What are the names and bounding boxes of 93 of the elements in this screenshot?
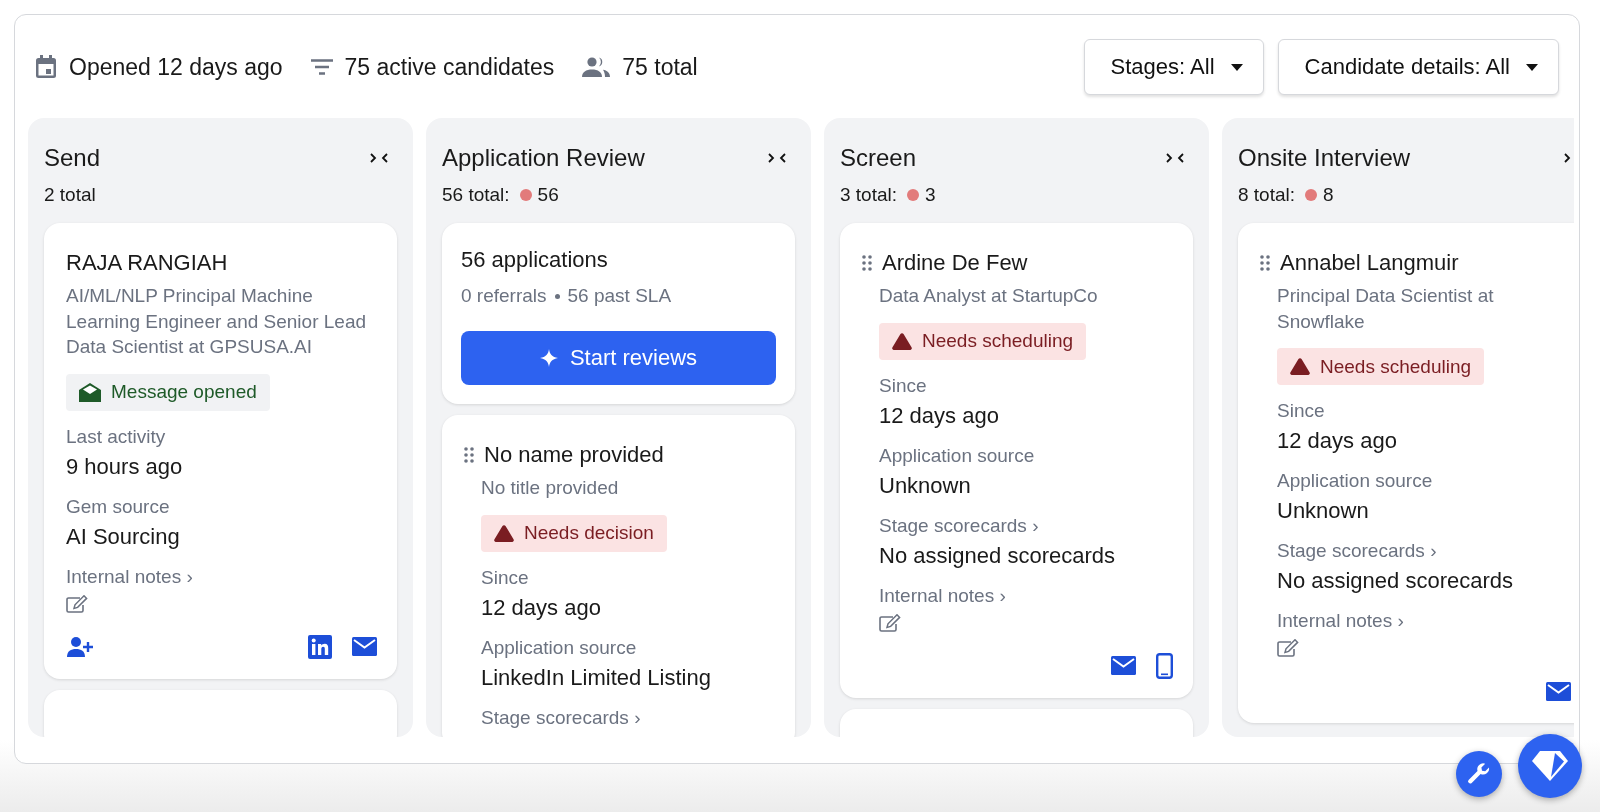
field-label: Stage scorecards › xyxy=(481,705,642,730)
field-value: LinkedIn Limited Listing xyxy=(481,663,712,692)
badge-text: Needs scheduling xyxy=(922,330,1074,352)
field-value: 12 days ago xyxy=(481,593,602,622)
summary-title: 56 applications xyxy=(461,247,609,273)
field-value: No assigned scorecards xyxy=(879,541,1116,570)
candidate-name[interactable]: RAJA RANGIAH xyxy=(66,250,228,276)
add-person-icon[interactable] xyxy=(66,635,94,658)
stage-total: 56 total: xyxy=(442,184,510,206)
badge-text: Message opened xyxy=(111,381,257,403)
stage-title: Onsite Interview xyxy=(1238,144,1411,172)
gem-button[interactable] xyxy=(1518,734,1582,798)
alert-dot xyxy=(907,189,920,201)
warning-icon xyxy=(494,524,514,542)
field-label: Last activity xyxy=(66,424,167,449)
field-label: Since xyxy=(481,565,530,590)
field-value: 12 days ago xyxy=(1277,427,1398,455)
email-icon[interactable] xyxy=(352,637,377,656)
internal-notes-link[interactable]: Internal notes › xyxy=(66,564,377,589)
candidate-card[interactable]: No name provided No title provided Needs decision Since 12 days ago Application source LinkedIn Limited Listing Stage scorecards › xyxy=(442,415,795,737)
wrench-icon xyxy=(1467,762,1491,786)
candidate-card[interactable]: Annabel Langmuir Principal Data Scientist at Snowflake Needs scheduling Since 12 days ago Application source Unknown Stage scorecards › No assigned scorecards Internal notes › xyxy=(1238,223,1574,723)
filter-dropdown[interactable]: Candidate details: All xyxy=(1277,39,1559,95)
alert-count: 3 xyxy=(925,184,936,206)
filter-dropdown[interactable]: Stages: All xyxy=(1083,39,1264,95)
drag-handle-icon[interactable] xyxy=(862,255,872,271)
drag-handle-icon[interactable] xyxy=(1260,255,1270,271)
edit-note-icon[interactable] xyxy=(66,594,88,613)
candidate-title: AI/ML/NLP Principal Machine Learning Engineer and Senior Lead Data Scientist at GPSUSA.AI xyxy=(66,284,367,359)
summary-stat: 56 past SLA xyxy=(567,285,672,307)
field-label: Gem source xyxy=(66,494,171,519)
stage-title: Application Review xyxy=(442,144,645,172)
stage-title: Screen xyxy=(840,144,917,172)
phone-icon[interactable] xyxy=(1156,652,1173,679)
internal-notes-link[interactable]: Internal notes › xyxy=(1277,609,1571,633)
sparkle-icon xyxy=(539,349,558,367)
filter-icon xyxy=(310,59,333,75)
email-icon[interactable] xyxy=(1111,656,1136,675)
field-label: Application source xyxy=(481,635,638,660)
stat-text: Opened 12 days ago xyxy=(69,53,283,81)
stage-total: 2 total xyxy=(44,184,96,206)
caret-icon xyxy=(1230,63,1243,71)
collapse-icon[interactable] xyxy=(369,152,389,164)
badge-text: Needs decision xyxy=(524,522,654,544)
summary-stat: 0 referrals xyxy=(461,285,547,307)
field-label: Stage scorecards › xyxy=(1277,539,1438,563)
field-label: Application source xyxy=(879,443,1036,468)
linkedin-icon[interactable] xyxy=(308,634,332,659)
alert-count: 56 xyxy=(537,184,559,206)
field-label: Application source xyxy=(1277,469,1434,493)
field-value: AI Sourcing xyxy=(66,522,181,551)
field-label: Since xyxy=(879,373,928,398)
field-label: Since xyxy=(1277,399,1326,423)
stage-total: 3 total: xyxy=(840,184,898,206)
candidate-card[interactable]: Ardine De Few Data Analyst at StartupCo Needs scheduling Since 12 days ago Application source Unknown Stage scorecards › No assigned scorecards Internal notes › xyxy=(840,223,1193,698)
people-icon xyxy=(582,57,611,77)
alert-count: 8 xyxy=(1323,184,1334,206)
candidate-title: No title provided xyxy=(481,476,620,500)
candidate-title: Data Analyst at StartupCo xyxy=(879,284,1099,308)
calendar-icon xyxy=(35,55,57,79)
drag-handle-icon[interactable] xyxy=(464,447,474,463)
bullet-separator xyxy=(554,293,560,299)
collapse-icon[interactable] xyxy=(1165,152,1185,164)
diamond-icon xyxy=(1531,750,1569,782)
candidate-name[interactable]: Annabel Langmuir xyxy=(1280,250,1459,276)
warning-icon xyxy=(1290,358,1310,375)
start-reviews-button[interactable]: Start reviews xyxy=(461,331,776,385)
candidate-name[interactable]: Ardine De Few xyxy=(882,250,1028,276)
open-envelope-icon xyxy=(79,382,101,402)
alert-dot xyxy=(519,189,532,201)
field-value: 9 hours ago xyxy=(66,452,184,481)
tools-button[interactable] xyxy=(1456,751,1502,797)
field-value: Unknown xyxy=(879,471,972,500)
caret-icon xyxy=(1526,63,1538,71)
collapse-icon[interactable] xyxy=(767,152,787,164)
alert-dot xyxy=(1305,189,1318,201)
edit-note-icon[interactable] xyxy=(879,613,901,632)
warning-icon xyxy=(892,332,912,350)
field-value: Unknown xyxy=(1277,497,1370,525)
stat-text: 75 total xyxy=(622,53,698,81)
candidate-card[interactable]: RAJA RANGIAH AI/ML/NLP Principal Machine Learning Engineer and Senior Lead Data Scientist at GPSUSA.AI Message opened Last activity 9 hours ago Gem source AI Sourcing Internal notes › xyxy=(44,223,397,679)
field-value: 12 days ago xyxy=(879,401,1000,430)
internal-notes-link[interactable]: Internal notes › xyxy=(879,583,1173,608)
edit-note-icon[interactable] xyxy=(1277,639,1299,657)
field-value: No assigned scorecards xyxy=(1277,567,1514,595)
stage-total: 8 total: xyxy=(1238,184,1296,206)
stat-text: 75 active candidates xyxy=(344,53,555,81)
field-label: Stage scorecards › xyxy=(879,513,1040,538)
email-icon[interactable] xyxy=(1546,681,1571,701)
candidate-title: Principal Data Scientist at Snowflake xyxy=(1277,284,1495,334)
stage-title: Send xyxy=(44,144,101,172)
candidate-name[interactable]: No name provided xyxy=(484,442,664,468)
badge-text: Needs scheduling xyxy=(1320,355,1472,378)
